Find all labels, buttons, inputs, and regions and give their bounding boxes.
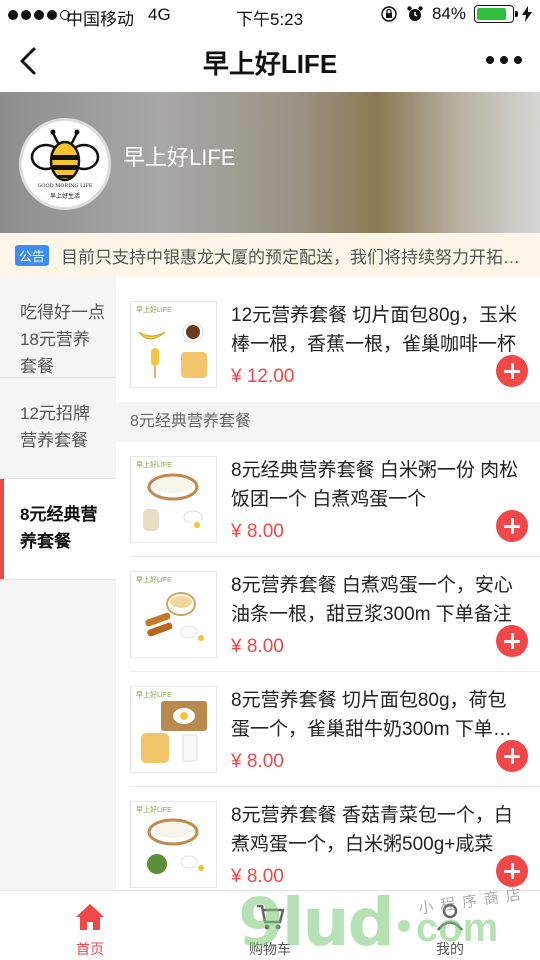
tab-label: 首页 bbox=[76, 941, 104, 957]
product-name: 12元营养套餐 切片面包80g，玉米棒一根，香蕉一根，雀巢咖啡一杯 bbox=[231, 305, 518, 355]
product-price: ¥ 8.00 bbox=[231, 521, 284, 542]
product-item[interactable]: 早上好LIFE 8元营养套餐 切片面包80g，荷包蛋一个，雀巢甜牛奶300m 下… bbox=[116, 672, 540, 787]
alarm-icon bbox=[407, 6, 423, 21]
product-name: 8元经典营养套餐 白米粥一份 肉松饭团一个 白煮鸡蛋一个 bbox=[231, 460, 519, 510]
user-icon bbox=[437, 903, 463, 931]
add-to-cart-button[interactable] bbox=[496, 740, 528, 772]
cart-icon bbox=[257, 904, 285, 930]
home-icon bbox=[76, 904, 104, 930]
product-image: 早上好LIFE bbox=[130, 571, 217, 658]
product-item[interactable]: 早上好LIFE 12元营养套餐 切片面包80g，玉米棒一根，香蕉一根，雀巢咖啡一… bbox=[116, 287, 540, 402]
brand-label: 早上好LIFE bbox=[136, 307, 172, 314]
status-time: 下午5:23 bbox=[236, 10, 304, 29]
shop-header: GOOD MORING LIFE 早上好生活 早上好LIFE bbox=[0, 92, 540, 233]
shop-name: 早上好LIFE bbox=[123, 145, 236, 170]
notice-tag: 公告 bbox=[15, 244, 50, 266]
product-name: 8元营养套餐 切片面包80g，荷包蛋一个，雀巢甜牛奶300m 下单备注 bbox=[231, 690, 512, 740]
section-header: 8元经典营养套餐 bbox=[116, 402, 540, 442]
brand-label: 早上好LIFE bbox=[136, 692, 172, 699]
sidebar-item-label: 吃得好一点18元营养套餐 bbox=[20, 303, 105, 376]
logo-text: GOOD MORING LIFE bbox=[37, 183, 93, 189]
product-list[interactable]: 早上好LIFE 12元营养套餐 切片面包80g，玉米棒一根，香蕉一根，雀巢咖啡一… bbox=[116, 277, 540, 890]
rotation-lock-icon bbox=[381, 6, 397, 22]
status-right: 84% bbox=[380, 4, 532, 24]
tab-label: 我的 bbox=[436, 941, 464, 957]
battery-icon bbox=[474, 5, 518, 23]
sidebar-item-label: 12元招牌营养套餐 bbox=[20, 404, 90, 450]
product-name: 8元营养套餐 白煮鸡蛋一个，安心油条一根，甜豆浆300m 下单备注 bbox=[231, 575, 513, 625]
tab-label: 购物车 bbox=[249, 941, 291, 957]
sidebar-item-label: 8元经典营养套餐 bbox=[20, 505, 98, 551]
charging-icon bbox=[522, 6, 532, 22]
tab-cart[interactable]: 购物车 bbox=[180, 891, 360, 960]
product-image: 早上好LIFE bbox=[130, 301, 217, 388]
add-to-cart-button[interactable] bbox=[496, 355, 528, 387]
carrier-name: 中国移动 bbox=[66, 10, 134, 29]
shop-logo: GOOD MORING LIFE 早上好生活 bbox=[19, 118, 111, 210]
notice-text: 目前只支持中银惠龙大厦的预定配送，我们将持续努力开拓更多配送区域 bbox=[61, 247, 521, 267]
battery-percent: 84% bbox=[431, 4, 466, 23]
status-bar: 中国移动 4G 下午5:23 84% bbox=[0, 0, 540, 30]
product-image: 早上好LIFE bbox=[130, 686, 217, 773]
logo-subtext: 早上好生活 bbox=[49, 194, 80, 200]
category-sidebar: 吃得好一点18元营养套餐 12元招牌营养套餐 8元经典营养套餐 bbox=[0, 277, 116, 890]
product-item[interactable]: 早上好LIFE 8元营养套餐 香菇青菜包一个，白煮鸡蛋一个，白米粥500g+咸菜… bbox=[116, 787, 540, 890]
product-image: 早上好LIFE bbox=[130, 456, 217, 543]
nav-bar: 早上好LIFE bbox=[0, 30, 540, 92]
tab-profile[interactable]: 我的 bbox=[360, 891, 540, 960]
add-to-cart-button[interactable] bbox=[496, 510, 528, 542]
product-price: ¥ 8.00 bbox=[231, 866, 284, 887]
product-image: 早上好LIFE bbox=[130, 801, 217, 888]
brand-label: 早上好LIFE bbox=[136, 577, 172, 584]
sidebar-item-18-yuan-set[interactable]: 吃得好一点18元营养套餐 bbox=[0, 277, 116, 378]
brand-label: 早上好LIFE bbox=[136, 807, 172, 814]
tab-home[interactable]: 首页 bbox=[0, 891, 180, 960]
product-item[interactable]: 早上好LIFE 8元营养套餐 白煮鸡蛋一个，安心油条一根，甜豆浆300m 下单备… bbox=[116, 557, 540, 672]
product-name: 8元营养套餐 香菇青菜包一个，白煮鸡蛋一个，白米粥500g+咸菜 bbox=[231, 805, 513, 855]
sidebar-item-8-yuan-set[interactable]: 8元经典营养套餐 bbox=[0, 479, 116, 580]
signal-strength-icon bbox=[8, 10, 70, 20]
network-type: 4G bbox=[148, 5, 171, 24]
product-price: ¥ 12.00 bbox=[231, 366, 295, 387]
add-to-cart-button[interactable] bbox=[496, 855, 528, 887]
sidebar-item-12-yuan-set[interactable]: 12元招牌营养套餐 bbox=[0, 378, 116, 479]
tab-bar: 首页 购物车 我的 bbox=[0, 890, 540, 960]
product-item[interactable]: 早上好LIFE 8元经典营养套餐 白米粥一份 肉松饭团一个 白煮鸡蛋一个 ¥ 8… bbox=[116, 442, 540, 557]
add-to-cart-button[interactable] bbox=[496, 625, 528, 657]
brand-label: 早上好LIFE bbox=[136, 462, 172, 469]
more-options-icon[interactable] bbox=[486, 56, 522, 64]
notice-bar[interactable]: 公告 目前只支持中银惠龙大厦的预定配送，我们将持续努力开拓更多配送区域 bbox=[0, 233, 540, 277]
product-price: ¥ 8.00 bbox=[231, 751, 284, 772]
product-price: ¥ 8.00 bbox=[231, 636, 284, 657]
app-root: 中国移动 4G 下午5:23 84% 早上好LIFE GOOD MORING L… bbox=[0, 0, 540, 960]
page-title: 早上好LIFE bbox=[202, 49, 338, 79]
